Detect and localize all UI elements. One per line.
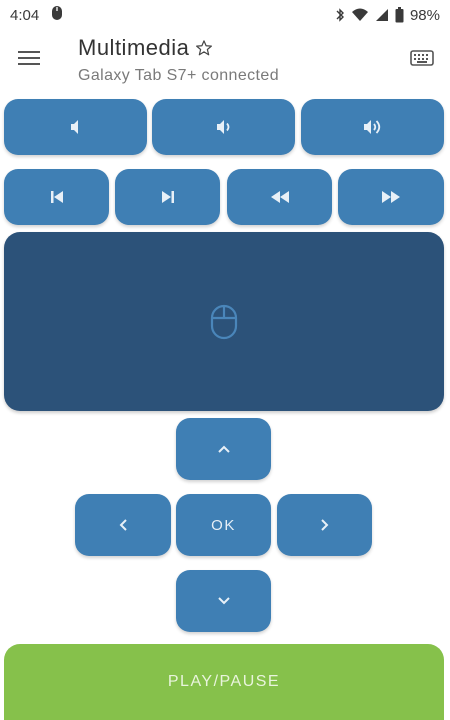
rewind-button[interactable] (227, 169, 332, 225)
rewind-icon (270, 191, 289, 203)
volume-mute-button[interactable] (4, 99, 147, 155)
volume-mute-icon (70, 120, 78, 134)
status-bar: 4:04 98% (0, 0, 450, 30)
signal-icon (375, 8, 389, 22)
volume-down-button[interactable] (152, 99, 295, 155)
skip-next-button[interactable] (115, 169, 220, 225)
menu-button[interactable] (14, 44, 44, 72)
fast-forward-icon (382, 191, 400, 203)
volume-up-button[interactable] (301, 99, 444, 155)
app-bar: Multimedia Galaxy Tab S7+ connected (0, 30, 450, 90)
dpad-left-button[interactable] (75, 494, 171, 556)
touchpad[interactable] (4, 232, 444, 411)
volume-down-icon (216, 120, 229, 134)
skip-previous-icon (50, 191, 63, 203)
ok-label: OK (211, 516, 236, 534)
chevron-down-icon (217, 597, 230, 605)
status-time: 4:04 (10, 6, 40, 24)
star-icon[interactable] (195, 39, 213, 57)
mouse-notification-icon (51, 5, 63, 25)
chevron-left-icon (119, 519, 127, 531)
wifi-icon (351, 8, 369, 22)
dpad-up-button[interactable] (176, 418, 271, 480)
keyboard-icon (410, 50, 434, 66)
chevron-right-icon (320, 519, 328, 531)
dpad-right-button[interactable] (277, 494, 372, 556)
bluetooth-icon (335, 7, 345, 23)
page-title: Multimedia (78, 35, 190, 60)
keyboard-button[interactable] (408, 44, 436, 72)
skip-next-icon (161, 191, 174, 203)
fast-forward-button[interactable] (338, 169, 444, 225)
play-pause-button[interactable]: PLAY/PAUSE (4, 644, 444, 720)
battery-icon (395, 7, 404, 23)
play-pause-label: PLAY/PAUSE (167, 673, 281, 690)
dpad-down-button[interactable] (176, 570, 271, 632)
dpad-ok-button[interactable]: OK (176, 494, 271, 556)
mouse-icon (210, 304, 238, 339)
battery-percent: 98% (409, 6, 440, 24)
chevron-up-icon (217, 445, 230, 453)
skip-previous-button[interactable] (4, 169, 109, 225)
connection-status: Galaxy Tab S7+ connected (78, 67, 279, 84)
volume-up-icon (363, 120, 380, 134)
hamburger-menu-icon (18, 51, 40, 65)
title-block: Multimedia Galaxy Tab S7+ connected (78, 35, 279, 85)
status-icons: 98% (335, 7, 440, 24)
